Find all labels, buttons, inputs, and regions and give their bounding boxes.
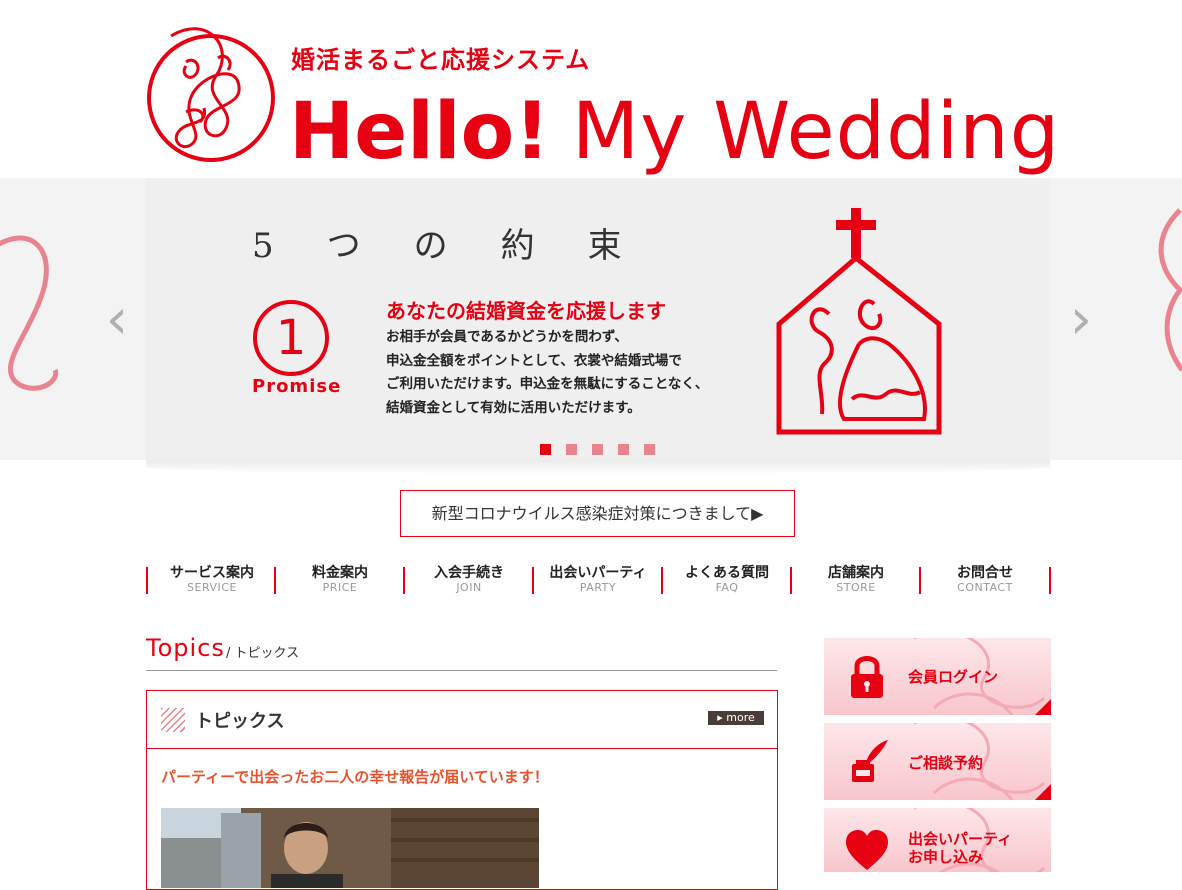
topics-box: トピックス ▸ more パーティーで出会ったお二人の幸せ報告が届いています！ [146,690,778,890]
nav-separator [403,567,405,594]
nav-separator [1049,567,1051,594]
site-wordmark[interactable]: Hello! My Wedding [289,82,1060,182]
more-button[interactable]: ▸ more [708,711,764,725]
nav-separator [661,567,663,594]
slider-next-arrow[interactable]: › [1061,290,1101,350]
promise-body-line: ご利用いただけます。申込金を無駄にすることなく、 [386,376,709,392]
slider-shadow [146,460,1050,474]
corner-triangle-icon [1035,784,1051,800]
topics-box-title: トピックス [195,711,285,732]
ribbon-decoration-right-icon [1158,208,1182,372]
party-application-label-line2: お申し込み [908,848,984,866]
wordmark-my-wedding: My Wedding [571,87,1061,177]
nav-item-store[interactable]: 店舗案内 STORE [794,565,918,595]
hatch-decoration-icon [161,708,185,732]
heart-icon [846,830,888,870]
slider-dot[interactable] [644,444,655,455]
promise-label: Promise [252,376,342,397]
ink-pen-icon [852,740,888,782]
nav-item-price[interactable]: 料金案内 PRICE [278,565,402,595]
article-photo[interactable] [161,808,539,888]
article-title-link[interactable]: パーティーで出会ったお二人の幸せ報告が届いています！ [161,766,549,787]
wedding-church-icon [776,208,942,435]
slider-dot[interactable] [540,444,551,455]
slider-dot[interactable] [592,444,603,455]
party-application-button[interactable]: 出会いパーティ お申し込み [824,808,1051,872]
slider-dot[interactable] [566,444,577,455]
nav-separator [532,567,534,594]
topics-heading-en: Topics [146,634,225,662]
nav-item-label: お問合せ [957,565,1013,581]
nav-item-sublabel: STORE [836,581,876,594]
nav-item-sublabel: PARTY [579,581,617,594]
slider-pagination [540,444,660,456]
promise-body-line: お相手が会員であるかどうかを問わず、 [386,329,628,345]
nav-item-service[interactable]: サービス案内 SERVICE [150,565,274,595]
topics-box-header: トピックス ▸ more [147,691,777,749]
nav-item-label: 料金案内 [312,565,368,581]
nav-item-sublabel: PRICE [322,581,358,594]
member-login-label: 会員ログイン [908,668,999,686]
party-application-label: 出会いパーティ お申し込み [908,830,1012,866]
consult-reservation-label: ご相談予約 [908,754,984,772]
topics-heading-ja: / トピックス [226,646,300,661]
nav-item-label: よくある質問 [685,565,769,581]
logo-emblem-icon[interactable] [146,16,276,164]
nav-item-label: 入会手続き [434,565,504,581]
promise-body-line: 申込金全額をポイントとして、衣裳や結婚式場で [386,352,682,369]
covid-notice-link[interactable]: 新型コロナウイルス感染症対策につきまして▶ [400,490,795,537]
slider-prev-arrow[interactable]: ‹ [97,290,137,350]
nav-separator [919,567,921,594]
nav-separator [790,567,792,594]
nav-item-sublabel: JOIN [456,581,482,594]
promise-body: お相手が会員であるかどうかを問わず、 申込金全額をポイントとして、衣裳や結婚式場… [386,326,708,420]
topics-section-heading: Topics / トピックス [146,632,777,671]
promise-body-line: 結婚資金として有効に活用いただけます。 [386,399,641,416]
slide-title: 5つの約束 [252,226,675,266]
consult-reservation-button[interactable]: ご相談予約 [824,723,1051,800]
nav-item-label: サービス案内 [170,565,254,581]
site-tagline: 婚活まるごと応援システム [291,45,591,74]
nav-item-sublabel: FAQ [715,581,739,594]
nav-item-sublabel: SERVICE [187,581,237,594]
article-photo-image [161,808,539,888]
member-login-button[interactable]: 会員ログイン [824,638,1051,715]
nav-item-label: 出会いパーティ [549,565,647,581]
corner-triangle-icon [1035,699,1051,715]
global-nav: サービス案内 SERVICE 料金案内 PRICE 入会手続き JOIN 出会い… [146,565,1051,595]
site-header: 婚活まるごと応援システム Hello! My Wedding [146,16,1059,177]
nav-separator [274,567,276,594]
hero-slide: 5つの約束 1 Promise あなたの結婚資金を応援します お相手が会員である… [146,178,1050,460]
ribbon-decoration-left-icon [0,235,59,391]
nav-item-label: 店舗案内 [828,565,884,581]
party-application-label-line1: 出会いパーティ [908,830,1013,848]
wordmark-hello: Hello! [289,87,550,177]
nav-item-sublabel: CONTACT [957,581,1013,594]
promise-heading: あなたの結婚資金を応援します [386,299,666,323]
nav-item-contact[interactable]: お問合せ CONTACT [923,565,1047,595]
promise-number: 1 [253,300,329,376]
nav-item-faq[interactable]: よくある質問 FAQ [665,565,789,595]
nav-item-party[interactable]: 出会いパーティ PARTY [536,565,660,595]
lock-icon [851,656,883,698]
nav-separator [146,567,148,594]
slider-dot[interactable] [618,444,629,455]
nav-item-join[interactable]: 入会手続き JOIN [407,565,531,595]
